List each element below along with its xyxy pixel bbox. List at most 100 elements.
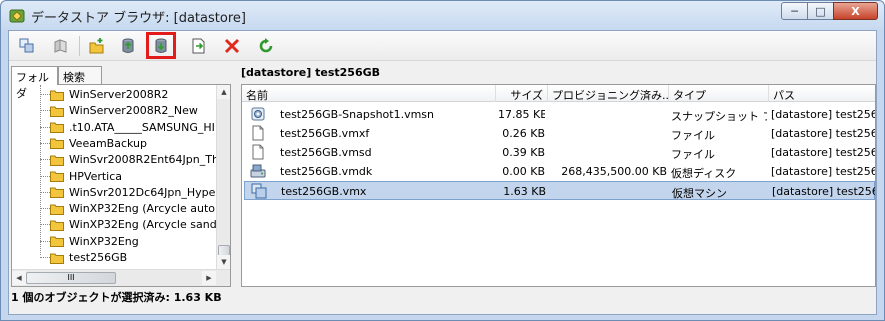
folder-tree-item[interactable]: HPVertica: [50, 168, 122, 185]
folder-tree[interactable]: WinServer2008R2 WinServer2008R2_New .t10.A…: [11, 84, 231, 287]
file-type-cell: スナップショット フ...: [671, 110, 767, 123]
folder-icon: [50, 122, 64, 134]
tab-folders[interactable]: フォルダ: [11, 66, 58, 100]
download-button[interactable]: [146, 32, 176, 59]
column-header-path[interactable]: パス: [769, 85, 875, 102]
folder-tree-item-label: WinServer2008R2: [69, 88, 169, 101]
column-header-size[interactable]: サイズ: [496, 85, 548, 102]
datastore-browse-button[interactable]: [15, 34, 39, 58]
scroll-down-arrow-icon[interactable]: ▼: [217, 255, 230, 269]
close-button[interactable]: X: [833, 2, 878, 20]
status-text: 1 個のオブジェクトが選択済み: 1.63 KB: [11, 291, 222, 304]
folder-tree-item[interactable]: WinServer2008R2_New: [50, 102, 198, 119]
folder-tree-item[interactable]: VeeamBackup: [50, 135, 147, 152]
folder-icon: [50, 138, 64, 150]
register-icon: [192, 38, 205, 54]
folder-tree-item[interactable]: WinXP32Eng (Arcycle sandbo: [50, 216, 230, 233]
folder-tree-item-label: WinXP32Eng: [69, 234, 139, 248]
folder-tree-item-label: VeeamBackup: [69, 136, 147, 150]
folder-tree-item[interactable]: WinSvr2012Dc64Jpn_Hyper-: [50, 184, 223, 201]
tab-search[interactable]: 検索: [58, 66, 102, 84]
file-name-cell: test256GB.vmxf: [280, 127, 370, 140]
tree-icon: [19, 38, 34, 53]
toolbar-separator: [79, 36, 80, 56]
file-path-cell: [datastore] test256GB: [771, 127, 875, 140]
folder-tree-horizontal-scrollbar[interactable]: ◀ III ▶: [12, 269, 230, 286]
tree-guide-branch: [40, 208, 50, 210]
folder-tree-item[interactable]: WinServer2008R2: [50, 86, 168, 103]
register-vm-button[interactable]: [187, 34, 211, 58]
folder-tree-item[interactable]: .t10.ATA_____SAMSUNG_HI: [50, 119, 215, 136]
file-name-cell: test256GB.vmdk: [280, 165, 373, 178]
file-type-cell: ファイル: [671, 148, 715, 161]
folder-tree-item-label: WinXP32Eng (Arcycle auto te: [69, 202, 230, 216]
file-row[interactable]: test256GB.vmxf 0.26 KB ファイル [datastore] tes…: [244, 124, 875, 143]
scroll-left-arrow-icon[interactable]: ◀: [12, 271, 26, 285]
file-icon: [252, 144, 264, 160]
datastore-browser-window: データストア ブラウザ: [datastore] ─ □ X フォルダ 検索 W…: [0, 0, 885, 321]
folder-icon: [50, 106, 64, 117]
file-size-cell: 1.63 KB: [503, 185, 546, 198]
folder-tree-item-label: WinServer2008R2_New: [69, 104, 198, 118]
column-header-provisioned[interactable]: プロビジョニング済み...: [548, 85, 669, 102]
file-name-cell: test256GB.vmx: [281, 185, 367, 198]
folder-icon: [50, 90, 64, 101]
folder-icon: [50, 187, 64, 199]
file-icon: [252, 125, 264, 141]
file-size-cell: 0.39 KB: [502, 146, 545, 159]
tree-guide-branch: [40, 142, 50, 144]
folder-tree-vertical-scrollbar[interactable]: ▲ ▼: [216, 85, 230, 269]
file-path-cell: [datastore] test256GB: [771, 146, 875, 159]
file-row[interactable]: test256GB.vmsd 0.39 KB ファイル [datastore] tes…: [244, 143, 875, 162]
maximize-button[interactable]: □: [807, 2, 834, 20]
refresh-button[interactable]: [254, 34, 278, 58]
tree-guide-branch: [40, 159, 50, 161]
file-row[interactable]: test256GB.vmdk 0.00 KB 268,435,500.00 KB 仮想…: [244, 162, 875, 181]
file-size-cell: 17.85 KB: [498, 108, 545, 121]
folder-icon: [50, 220, 64, 231]
upload-button[interactable]: [116, 34, 140, 58]
folder-tree-item[interactable]: WinXP32Eng: [50, 233, 139, 250]
file-type-cell: 仮想マシン: [672, 187, 727, 200]
folder-up-icon: [54, 39, 67, 53]
folder-icon: [50, 236, 64, 248]
folder-tree-item-label: WinSvr2008R2Ent64Jpn_Thi: [69, 153, 222, 167]
file-row[interactable]: test256GB.vmx 1.63 KB 仮想マシン [datastore] tes…: [244, 181, 875, 200]
tree-guide-branch: [40, 224, 50, 226]
title-bar[interactable]: データストア ブラウザ: [datastore] ─ □ X: [1, 1, 884, 30]
folder-tree-item-label: .t10.ATA_____SAMSUNG_HI: [69, 120, 215, 134]
file-type-cell: 仮想ディスク: [671, 167, 737, 180]
minimize-button[interactable]: ─: [781, 2, 808, 20]
tree-guide-branch: [40, 110, 50, 112]
file-size-cell: 0.26 KB: [502, 127, 545, 140]
datastore-browser-app-icon: [9, 9, 25, 23]
folder-tree-item[interactable]: test256GB: [50, 249, 127, 266]
column-header-type[interactable]: タイプ: [669, 85, 769, 102]
folder-tree-item[interactable]: WinSvr2008R2Ent64Jpn_Thi: [50, 151, 222, 168]
toolbar: [9, 31, 876, 61]
folder-new-icon: [89, 38, 104, 54]
folder-icon: [50, 204, 64, 215]
parent-folder-button[interactable]: [49, 34, 73, 58]
folder-tree-item[interactable]: WinXP32Eng (Arcycle auto te: [50, 200, 230, 217]
scroll-up-arrow-icon[interactable]: ▲: [217, 85, 230, 99]
current-folder-path: [datastore] test256GB: [241, 66, 381, 79]
tree-guide-branch: [40, 257, 50, 258]
tree-guide-branch: [40, 240, 50, 242]
file-list[interactable]: 名前 サイズ プロビジョニング済み... タイプ パス test256GB-Sn…: [241, 84, 876, 287]
column-header-name[interactable]: 名前: [242, 85, 496, 102]
tree-guide-branch: [40, 175, 50, 177]
file-name-cell: test256GB.vmsd: [280, 146, 372, 159]
virtual-disk-icon: [250, 164, 266, 178]
folder-tree-item-label: test256GB: [69, 251, 128, 264]
new-folder-button[interactable]: [85, 34, 109, 58]
scroll-right-arrow-icon[interactable]: ▶: [202, 271, 216, 285]
file-path-cell: [datastore] test256GB: [771, 165, 875, 178]
horizontal-scroll-thumb[interactable]: III: [26, 272, 116, 284]
file-path-cell: [datastore] test256GB: [772, 185, 875, 198]
file-row[interactable]: test256GB-Snapshot1.vmsn 17.85 KB スナップショット…: [244, 105, 875, 124]
download-icon: [155, 38, 167, 53]
tree-guide-branch: [40, 94, 50, 95]
folder-icon: [50, 253, 64, 264]
delete-button[interactable]: [220, 34, 244, 58]
